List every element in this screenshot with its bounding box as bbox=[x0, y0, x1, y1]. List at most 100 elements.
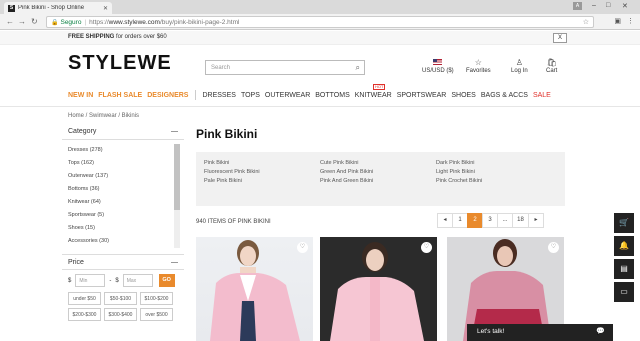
tab-close-icon[interactable]: ✕ bbox=[103, 5, 108, 12]
related-search-link[interactable]: Cute Pink Bikini bbox=[320, 160, 436, 166]
nav-bags-accs[interactable]: BAGS & ACCS bbox=[481, 92, 528, 99]
breadcrumb[interactable]: Home / Swimwear / Bikinis bbox=[68, 113, 139, 119]
min-price-input[interactable]: Min bbox=[75, 274, 106, 287]
site-favicon-icon: S bbox=[8, 4, 15, 12]
range-dash: - bbox=[109, 277, 112, 284]
currency-symbol: $ bbox=[115, 277, 119, 284]
price-range-chip[interactable]: $100-$200 bbox=[140, 292, 173, 305]
favorite-heart-icon[interactable]: ♡ bbox=[421, 242, 432, 253]
back-icon[interactable]: ← bbox=[6, 17, 14, 26]
page-ellipsis: ... bbox=[497, 213, 513, 228]
related-search-link[interactable]: Pale Pink Bikini bbox=[204, 178, 320, 184]
nav-new-in[interactable]: NEW IN bbox=[68, 92, 93, 99]
price-range-chip[interactable]: over $500 bbox=[140, 308, 173, 321]
reload-icon[interactable]: ↻ bbox=[31, 17, 38, 26]
product-image[interactable] bbox=[196, 237, 313, 341]
cart-icon[interactable]: 🛒 bbox=[614, 213, 634, 233]
page-button[interactable]: 18 bbox=[512, 213, 529, 228]
currency-label: US/USD ($) bbox=[422, 68, 454, 74]
promo-text: FREE SHIPPING for orders over $60 bbox=[68, 34, 167, 40]
coupon-icon[interactable]: ▤ bbox=[614, 259, 634, 279]
next-page-button[interactable]: ▸ bbox=[528, 213, 544, 228]
login-link[interactable]: ♙ Log In bbox=[511, 58, 528, 74]
close-window-icon[interactable]: ✕ bbox=[622, 2, 628, 10]
price-range-chip[interactable]: $300-$400 bbox=[104, 308, 137, 321]
prev-page-button[interactable]: ◂ bbox=[437, 213, 453, 228]
pagination: ◂ 1 2 3 ... 18 ▸ bbox=[437, 213, 544, 228]
category-header[interactable]: Category — bbox=[62, 124, 184, 140]
price-range-chip[interactable]: $200-$300 bbox=[68, 308, 101, 321]
currency-symbol: $ bbox=[68, 277, 72, 284]
category-item[interactable]: Knitwear (64) bbox=[68, 196, 178, 209]
category-item[interactable]: Sportswear (5) bbox=[68, 209, 178, 222]
maximize-icon[interactable]: □ bbox=[606, 2, 610, 9]
nav-designers[interactable]: DESIGNERS bbox=[147, 92, 188, 99]
nav-sportswear[interactable]: SPORTSWEAR bbox=[397, 92, 447, 99]
chat-widget[interactable]: Let's talk! 💬 bbox=[467, 324, 613, 341]
address-bar[interactable]: 🔒 Seguro | https://www.stylewe.com/buy/p… bbox=[46, 16, 594, 28]
nav-sale[interactable]: SALE bbox=[533, 92, 551, 99]
related-search-link[interactable]: Pink Bikini bbox=[204, 160, 320, 166]
extension-icon[interactable]: ▣ bbox=[614, 17, 621, 25]
us-flag-icon bbox=[422, 58, 454, 68]
currency-selector[interactable]: US/USD ($) bbox=[422, 58, 454, 74]
cart-link[interactable]: 🛍 Cart bbox=[546, 58, 557, 74]
product-card[interactable]: ♡ bbox=[320, 237, 437, 341]
nav-knitwear[interactable]: KNITWEAR bbox=[355, 92, 392, 99]
forward-icon[interactable]: → bbox=[18, 17, 26, 26]
category-item[interactable]: Accessories (30) bbox=[68, 235, 178, 248]
minimize-icon[interactable]: – bbox=[592, 2, 596, 9]
promo-close-button[interactable]: X bbox=[553, 33, 567, 43]
bookmark-star-icon[interactable]: ☆ bbox=[583, 18, 589, 26]
browser-tab[interactable]: S Pink Bikini - Shop Online ✕ bbox=[4, 2, 112, 14]
user-icon: ♙ bbox=[515, 58, 523, 67]
category-scroll-thumb[interactable] bbox=[174, 144, 180, 210]
category-list: Dresses (278) Tops (162) Outerwear (137)… bbox=[62, 140, 184, 254]
related-search-link[interactable]: Green And Pink Bikini bbox=[320, 169, 436, 175]
price-go-button[interactable]: GO bbox=[158, 274, 175, 287]
nav-tops[interactable]: TOPS bbox=[241, 92, 260, 99]
user-profile-badge[interactable]: A bbox=[573, 2, 582, 10]
category-item[interactable]: Shoes (15) bbox=[68, 222, 178, 235]
current-page-button[interactable]: 2 bbox=[467, 213, 483, 228]
product-card[interactable]: ♡ bbox=[196, 237, 313, 341]
search-input[interactable]: Search ⌕ bbox=[205, 60, 365, 75]
collapse-icon[interactable]: — bbox=[171, 128, 178, 135]
price-range-inputs: $ Min - $ Max GO bbox=[62, 270, 184, 291]
nav-flash-sale[interactable]: FLASH SALE bbox=[98, 92, 142, 99]
category-item[interactable]: Dresses (278) bbox=[68, 144, 178, 157]
related-search-link[interactable]: Pink And Green Bikini bbox=[320, 178, 436, 184]
nav-bottoms[interactable]: BOTTOMS bbox=[315, 92, 349, 99]
collapse-icon[interactable]: — bbox=[171, 259, 178, 266]
category-item[interactable]: Outerwear (137) bbox=[68, 170, 178, 183]
product-image[interactable] bbox=[320, 237, 437, 341]
nav-shoes[interactable]: SHOES bbox=[451, 92, 476, 99]
site-logo[interactable]: STYLEWE bbox=[68, 52, 172, 75]
price-range-chip[interactable]: $50-$100 bbox=[104, 292, 137, 305]
favorite-heart-icon[interactable]: ♡ bbox=[297, 242, 308, 253]
search-icon[interactable]: ⌕ bbox=[356, 63, 360, 73]
price-header[interactable]: Price — bbox=[62, 254, 184, 270]
lock-icon: 🔒 bbox=[51, 19, 59, 26]
favorite-heart-icon[interactable]: ♡ bbox=[548, 242, 559, 253]
nav-outerwear[interactable]: OUTERWEAR bbox=[265, 92, 310, 99]
related-search-link[interactable]: Fluorescent Pink Bikini bbox=[204, 169, 320, 175]
filter-sidebar: Category — Dresses (278) Tops (162) Oute… bbox=[62, 124, 184, 322]
related-search-link[interactable]: Pink Crochet Bikini bbox=[436, 178, 552, 184]
chat-bubble-icon[interactable]: ▭ bbox=[614, 282, 634, 302]
category-item[interactable]: Bottoms (36) bbox=[68, 183, 178, 196]
max-price-input[interactable]: Max bbox=[122, 274, 153, 287]
related-search-link[interactable]: Dark Pink Bikini bbox=[436, 160, 552, 166]
price-range-chip[interactable]: under $50 bbox=[68, 292, 101, 305]
bell-icon[interactable]: 🔔 bbox=[614, 236, 634, 256]
favorites-link[interactable]: ☆ Favorites bbox=[466, 58, 491, 74]
category-item[interactable]: Tops (162) bbox=[68, 157, 178, 170]
menu-icon[interactable]: ⋮ bbox=[627, 17, 634, 25]
url-separator: | bbox=[84, 18, 87, 26]
nav-dresses[interactable]: DRESSES bbox=[202, 92, 235, 99]
page-button[interactable]: 3 bbox=[482, 213, 498, 228]
items-count: 940 ITEMS OF PINK BIKINI bbox=[196, 219, 271, 225]
favorites-label: Favorites bbox=[466, 68, 491, 74]
page-button[interactable]: 1 bbox=[452, 213, 468, 228]
related-search-link[interactable]: Light Pink Bikini bbox=[436, 169, 552, 175]
